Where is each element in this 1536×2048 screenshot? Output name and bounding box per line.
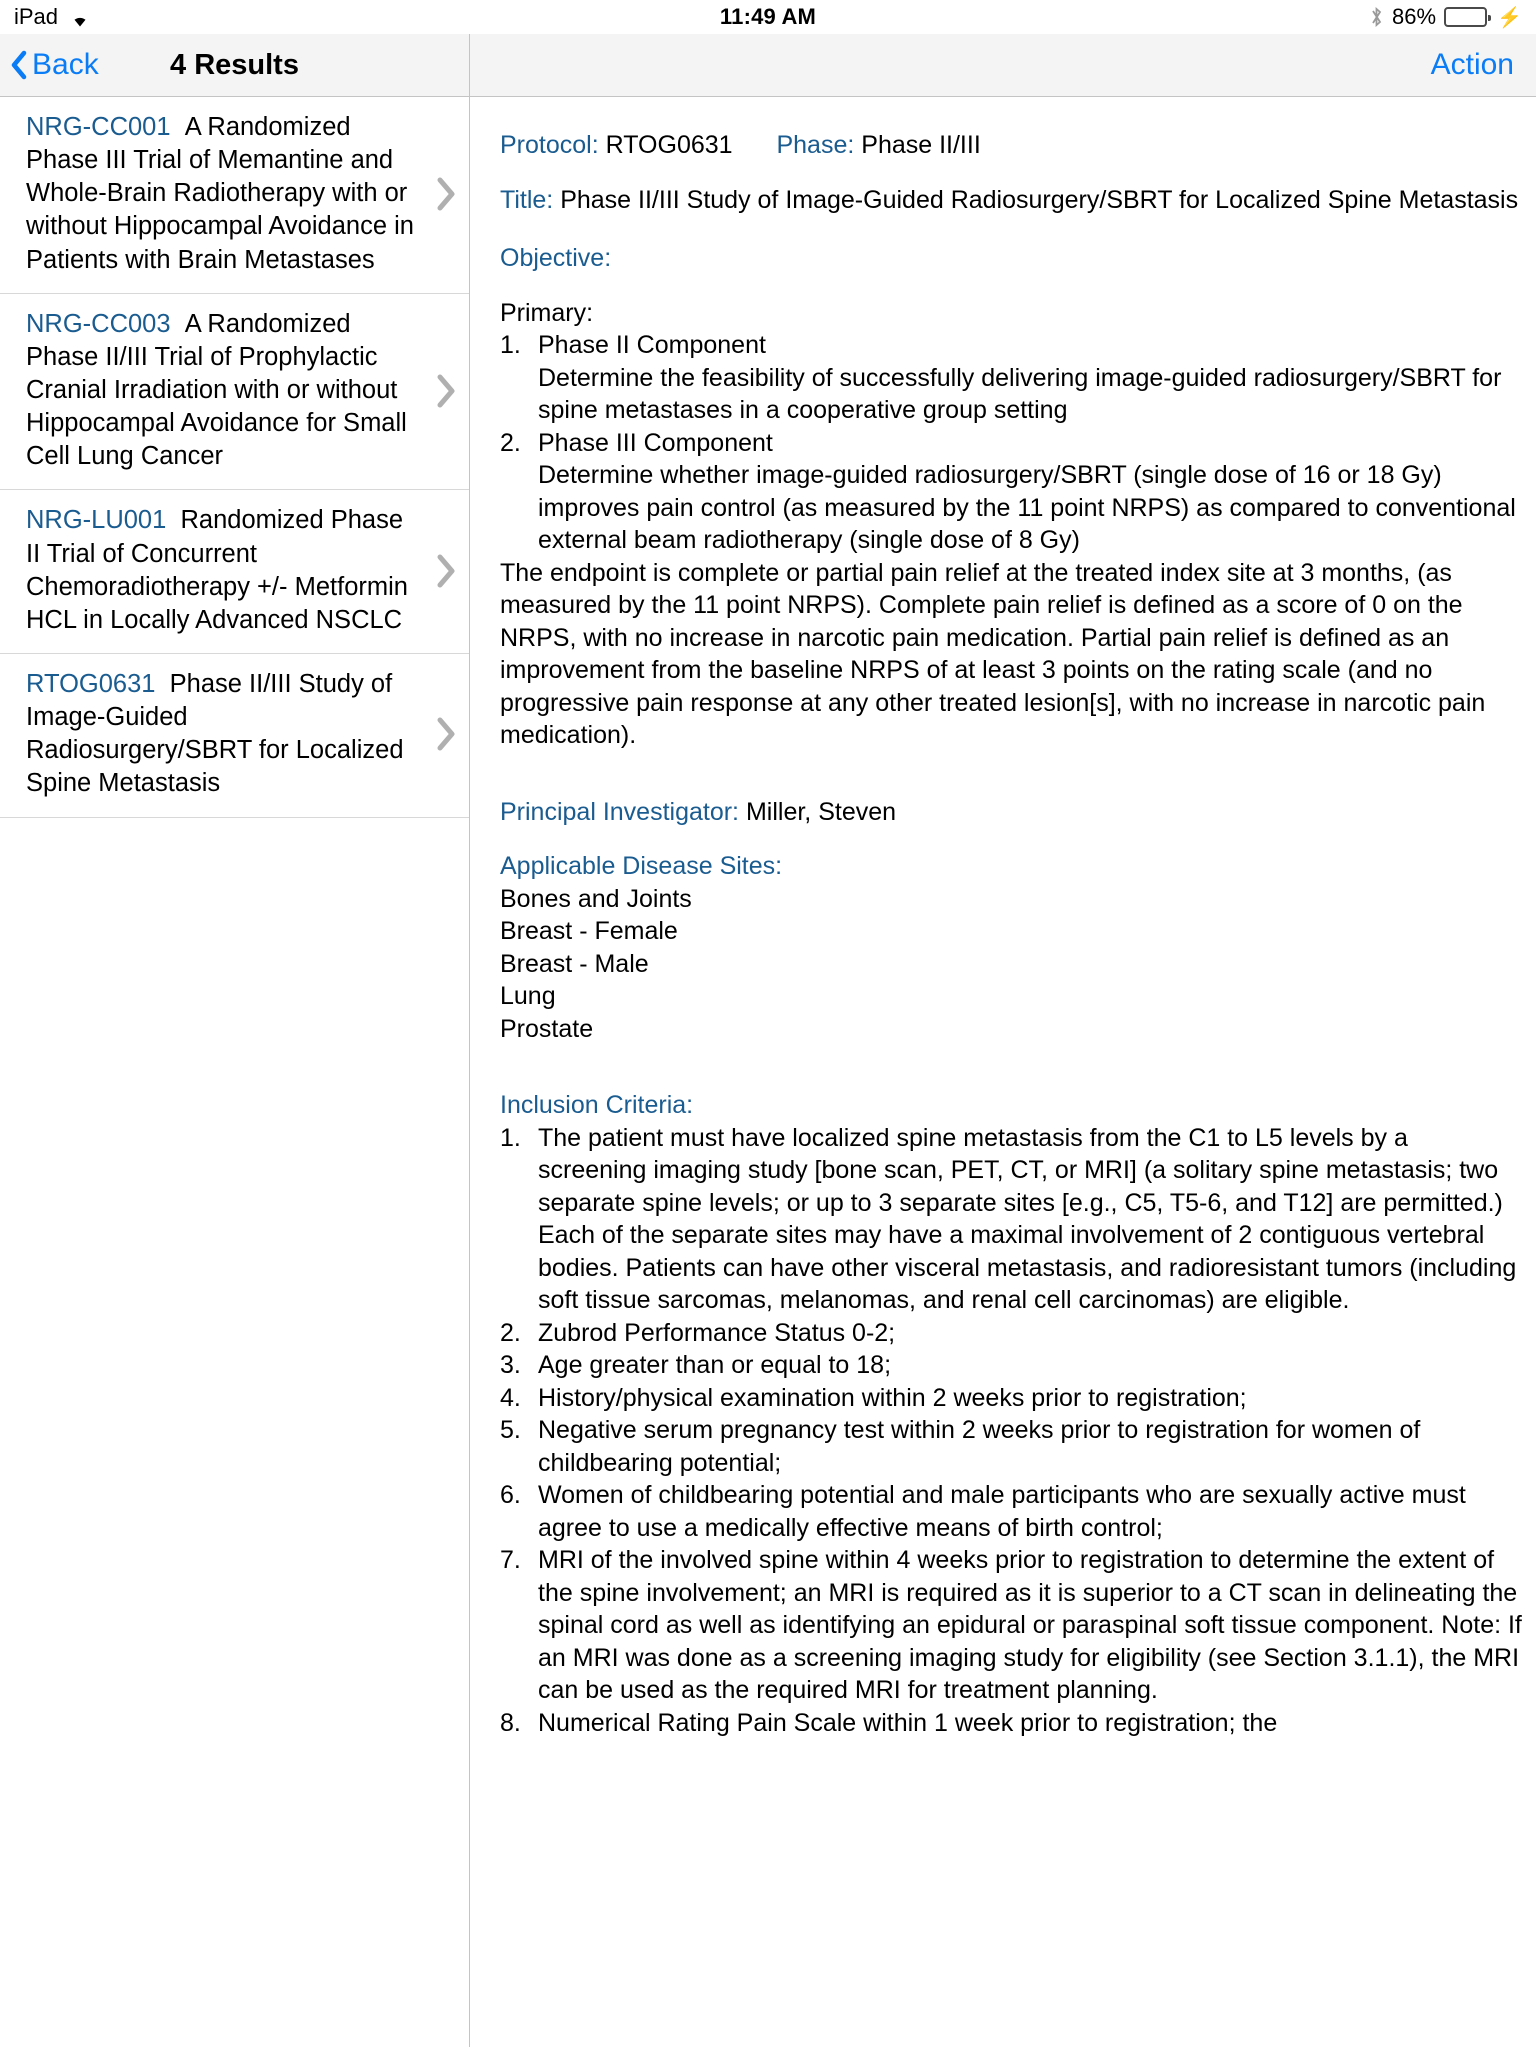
objective-body: Phase III Component Determine whether ima… xyxy=(538,427,1522,557)
action-button[interactable]: Action xyxy=(1431,48,1514,82)
objective-item: 1. Phase II Component Determine the feasib… xyxy=(500,329,1522,427)
result-row[interactable]: NRG-CC001 A Randomized Phase III Trial o… xyxy=(0,97,469,294)
inclusion-criteria-number: 7. xyxy=(500,1546,521,1574)
objective-number: 1. xyxy=(500,331,521,359)
disease-sites-heading: Applicable Disease Sites: xyxy=(500,852,783,880)
result-row[interactable]: RTOG0631 Phase II/III Study of Image-Gui… xyxy=(0,654,469,818)
back-button-label: Back xyxy=(32,48,99,81)
phase-value: Phase II/III xyxy=(861,131,981,159)
inclusion-criteria-item: 1. The patient must have localized spine … xyxy=(500,1122,1522,1317)
result-row-text: NRG-CC001 A Randomized Phase III Trial o… xyxy=(0,111,423,277)
result-protocol-code: RTOG0631 xyxy=(26,669,156,698)
inclusion-criteria-list: 1. The patient must have localized spine … xyxy=(500,1122,1522,1740)
chevron-right-icon[interactable] xyxy=(423,374,469,408)
inclusion-criteria-number: 8. xyxy=(500,1708,521,1737)
result-protocol-code: NRG-CC001 xyxy=(26,113,171,141)
principal-investigator-value: Miller, Steven xyxy=(745,797,897,826)
objective-list: 1. Phase II Component Determine the feasib… xyxy=(500,329,1522,557)
result-row-text: NRG-CC003 A Randomized Phase II/III Tria… xyxy=(0,308,423,474)
back-button[interactable]: Back xyxy=(0,48,99,82)
navigation-bar-left: Back 4 Results xyxy=(0,34,470,96)
inclusion-criteria-item: 8. Numerical Rating Pain Scale within 1 w… xyxy=(500,1707,1522,1740)
protocol-value: RTOG0631 xyxy=(605,131,733,159)
inclusion-criteria-text: MRI of the involved spine within 4 weeks… xyxy=(538,1546,1522,1704)
content-area: NRG-CC001 A Randomized Phase III Trial o… xyxy=(0,97,1536,2047)
chevron-right-icon[interactable] xyxy=(423,177,469,211)
inclusion-criteria-number: 4. xyxy=(500,1383,521,1412)
result-protocol-code: NRG-CC003 xyxy=(26,309,171,338)
phase-label: Phase: xyxy=(776,131,855,159)
result-row[interactable]: NRG-LU001 Randomized Phase II Trial of C… xyxy=(0,490,469,654)
chevron-left-icon xyxy=(10,50,28,80)
inclusion-criteria-item: 7. MRI of the involved spine within 4 wee… xyxy=(500,1544,1522,1707)
disease-site-item: Lung xyxy=(500,982,556,1010)
navigation-bar-right: Action xyxy=(470,34,1536,96)
protocol-title-row: Title: Phase II/III Study of Image-Guide… xyxy=(500,184,1522,217)
inclusion-criteria-item: 2. Zubrod Performance Status 0-2; xyxy=(500,1317,1522,1350)
protocol-label: Protocol: xyxy=(500,131,599,159)
inclusion-criteria-number: 5. xyxy=(500,1416,521,1444)
results-list[interactable]: NRG-CC001 A Randomized Phase III Trial o… xyxy=(0,97,470,2047)
disease-site-item: Breast - Male xyxy=(500,949,649,978)
inclusion-criteria-text: The patient must have localized spine me… xyxy=(538,1123,1517,1315)
objective-item: 2. Phase III Component Determine whether i… xyxy=(500,427,1522,557)
inclusion-criteria-number: 2. xyxy=(500,1318,521,1347)
objective-text: Determine whether image-guided radiosurg… xyxy=(538,461,1516,554)
protocol-meta-row: Protocol: RTOG0631 Phase: Phase II/III xyxy=(500,129,1522,162)
result-row-text: RTOG0631 Phase II/III Study of Image-Gui… xyxy=(0,668,423,801)
battery-icon xyxy=(1444,7,1492,27)
disease-site-item: Bones and Joints xyxy=(500,884,692,913)
result-row-text: NRG-LU001 Randomized Phase II Trial of C… xyxy=(0,504,423,637)
inclusion-criteria-item: 6. Women of childbearing potential and ma… xyxy=(500,1479,1522,1544)
inclusion-criteria-text: History/physical examination within 2 we… xyxy=(538,1383,1247,1412)
principal-investigator-label: Principal Investigator: xyxy=(500,797,740,826)
inclusion-criteria-item: 5. Negative serum pregnancy test within 2… xyxy=(500,1414,1522,1479)
principal-investigator-row: Principal Investigator: Miller, Steven xyxy=(500,796,1522,829)
inclusion-criteria-heading: Inclusion Criteria: xyxy=(500,1091,694,1119)
status-bar: iPad 11:49 AM 86% ⚡ xyxy=(0,0,1536,34)
objective-number: 2. xyxy=(500,428,521,457)
inclusion-criteria-text: Numerical Rating Pain Scale within 1 wee… xyxy=(538,1708,1278,1737)
disease-site-item: Prostate xyxy=(500,1014,594,1043)
inclusion-criteria-text: Zubrod Performance Status 0-2; xyxy=(538,1318,896,1347)
disease-site-item: Breast - Female xyxy=(500,917,678,945)
inclusion-criteria-item: 4. History/physical examination within 2 … xyxy=(500,1382,1522,1415)
inclusion-criteria-text: Age greater than or equal to 18; xyxy=(538,1351,892,1379)
inclusion-criteria-number: 3. xyxy=(500,1351,521,1379)
inclusion-criteria-item: 3. Age greater than or equal to 18; xyxy=(500,1349,1522,1382)
inclusion-criteria-number: 1. xyxy=(500,1123,521,1152)
chevron-right-icon[interactable] xyxy=(423,717,469,751)
endpoint-paragraph: The endpoint is complete or partial pain… xyxy=(500,558,1486,750)
disease-sites-list: Bones and Joints Breast - Female Breast - … xyxy=(500,883,1522,1046)
result-protocol-code: NRG-LU001 xyxy=(26,506,167,535)
objective-heading: Objective: xyxy=(500,244,612,272)
chevron-right-icon[interactable] xyxy=(423,554,469,588)
inclusion-criteria-text: Women of childbearing potential and male… xyxy=(538,1481,1466,1542)
objective-head: Phase II Component xyxy=(538,331,766,359)
result-row[interactable]: NRG-CC003 A Randomized Phase II/III Tria… xyxy=(0,294,469,491)
status-bar-clock: 11:49 AM xyxy=(719,4,817,29)
objective-text: Determine the feasibility of successfull… xyxy=(538,363,1502,425)
inclusion-criteria-text: Negative serum pregnancy test within 2 w… xyxy=(538,1416,1421,1477)
navigation-bar: Back 4 Results Action xyxy=(0,34,1536,97)
objective-body: Phase II Component Determine the feasibil… xyxy=(538,329,1522,427)
protocol-detail-pane: Protocol: RTOG0631 Phase: Phase II/III T… xyxy=(470,97,1536,2047)
title-value: Phase II/III Study of Image-Guided Radio… xyxy=(560,185,1519,214)
inclusion-criteria-number: 6. xyxy=(500,1481,521,1509)
primary-label: Primary: xyxy=(500,298,594,327)
title-label: Title: xyxy=(500,185,554,214)
objective-head: Phase III Component xyxy=(538,428,773,457)
